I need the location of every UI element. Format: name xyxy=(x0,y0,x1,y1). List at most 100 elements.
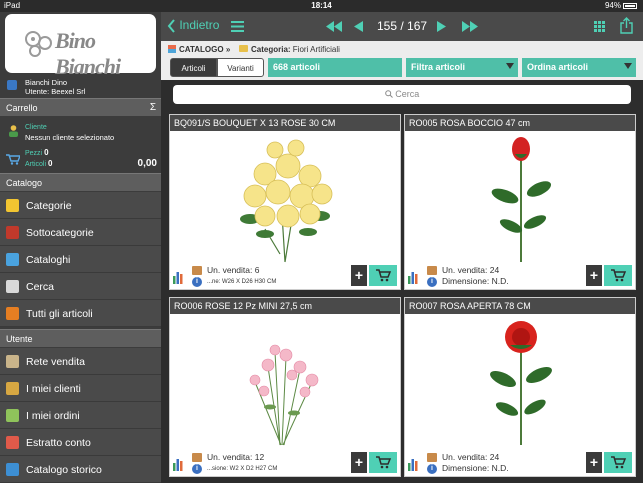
client-value: Nessun cliente selezionato xyxy=(25,133,115,142)
client-label: Cliente xyxy=(25,124,47,131)
folder-icon xyxy=(239,45,248,52)
product-dimension: Dimensione: N.D. xyxy=(442,276,509,286)
add-quantity-button[interactable]: + xyxy=(351,452,367,473)
product-card[interactable]: BQ091/S BOUQUET X 13 ROSE 30 CM i Un. vend… xyxy=(169,114,401,290)
product-dimension: ...ne: W26 X D26 H30 CM xyxy=(207,279,277,285)
sidebar-item-sales-network[interactable]: Rete vendita xyxy=(0,348,161,375)
last-page-icon[interactable] xyxy=(462,21,478,32)
stats-chart-icon[interactable] xyxy=(408,457,418,471)
info-icon[interactable]: i xyxy=(427,277,437,287)
add-to-cart-button[interactable] xyxy=(604,265,632,286)
product-card[interactable]: RO007 ROSA APERTA 78 CM i Un. vendita: 24 D… xyxy=(404,297,636,477)
info-icon[interactable]: i xyxy=(427,464,437,474)
history-catalog-icon xyxy=(6,463,19,476)
sidebar-item-label: I miei ordini xyxy=(26,410,80,422)
sidebar-item-label: Estratto conto xyxy=(26,437,91,449)
cart-icon xyxy=(611,456,627,469)
stats-chart-icon[interactable] xyxy=(173,270,183,284)
user-account: Utente: Beexel Srl xyxy=(25,87,86,96)
breadcrumb: CATALOGO » Categoria: Fiori Artificiali xyxy=(161,41,643,57)
sidebar: Bino Bianchi Bianchi Dino Utente: Beexel… xyxy=(0,12,161,483)
sidebar-item-label: Categorie xyxy=(26,200,72,212)
first-page-icon[interactable] xyxy=(326,21,342,32)
order-articles-label: Ordina articoli xyxy=(527,62,589,72)
brand-logo: Bino Bianchi xyxy=(5,14,156,79)
sidebar-item-history-catalog[interactable]: Catalogo storico xyxy=(0,456,161,483)
package-icon xyxy=(192,453,202,462)
sidebar-item-all-articles[interactable]: Tutti gli articoli xyxy=(0,300,161,327)
filter-articles-dropdown[interactable]: Filtra articoli xyxy=(406,58,518,77)
cart-icon xyxy=(6,154,20,165)
next-page-icon[interactable] xyxy=(437,21,446,32)
segment-articoli[interactable]: Articoli xyxy=(170,58,217,77)
sidebar-item-label: Catalogo storico xyxy=(26,464,102,476)
top-toolbar: Indietro 155 / 167 xyxy=(161,12,643,41)
info-icon[interactable]: i xyxy=(192,277,202,287)
product-title[interactable]: RO005 ROSA BOCCIO 47 cm xyxy=(405,115,635,131)
search-row: Cerca xyxy=(161,80,643,110)
sidebar-item-label: Cataloghi xyxy=(26,254,71,266)
order-articles-dropdown[interactable]: Ordina articoli xyxy=(522,58,636,77)
chevron-down-icon xyxy=(624,63,632,69)
filter-articles-label: Filtra articoli xyxy=(411,62,466,72)
grid-view-icon[interactable] xyxy=(594,21,605,32)
product-image[interactable] xyxy=(220,134,350,264)
catalogs-icon xyxy=(6,253,19,266)
segment-varianti[interactable]: Varianti xyxy=(217,58,264,77)
product-grid: BQ091/S BOUQUET X 13 ROSE 30 CM i Un. vend… xyxy=(161,110,643,482)
articles-count: Articoli 0 xyxy=(25,159,53,168)
sidebar-item-label: I miei clienti xyxy=(26,383,81,395)
clock: 18:14 xyxy=(311,1,332,10)
add-quantity-button[interactable]: + xyxy=(586,265,602,286)
sidebar-item-subcategories[interactable]: Sottocategorie xyxy=(0,219,161,246)
stats-chart-icon[interactable] xyxy=(408,270,418,284)
chevron-left-icon xyxy=(167,19,175,33)
product-image[interactable] xyxy=(455,134,585,264)
product-card[interactable]: RO006 ROSE 12 Pz MINI 27,5 cm i Un. vendit… xyxy=(169,297,401,477)
add-to-cart-button[interactable] xyxy=(369,452,397,473)
product-image[interactable] xyxy=(455,317,585,447)
package-icon xyxy=(427,453,437,462)
add-to-cart-button[interactable] xyxy=(369,265,397,286)
product-title[interactable]: BQ091/S BOUQUET X 13 ROSE 30 CM xyxy=(170,115,400,131)
sidebar-item-catalogs[interactable]: Cataloghi xyxy=(0,246,161,273)
sales-unit: Un. vendita: 24 xyxy=(442,265,500,275)
status-bar: iPad 18:14 94% xyxy=(0,0,643,12)
sidebar-item-label: Cerca xyxy=(26,281,55,293)
sidebar-item-label: Rete vendita xyxy=(26,356,85,368)
sidebar-item-categories[interactable]: Categorie xyxy=(0,192,161,219)
cart-section-title: Carrello xyxy=(6,103,38,113)
product-card[interactable]: RO005 ROSA BOCCIO 47 cm i Un. vendita: 24 D… xyxy=(404,114,636,290)
stats-chart-icon[interactable] xyxy=(173,457,183,471)
product-title[interactable]: RO006 ROSE 12 Pz MINI 27,5 cm xyxy=(170,298,400,314)
sidebar-item-my-orders[interactable]: I miei ordini xyxy=(0,402,161,429)
battery-percent: 94% xyxy=(604,1,621,10)
sidebar-item-my-clients[interactable]: I miei clienti xyxy=(0,375,161,402)
add-quantity-button[interactable]: + xyxy=(586,452,602,473)
sidebar-item-label: Sottocategorie xyxy=(26,227,94,239)
add-to-cart-button[interactable] xyxy=(604,452,632,473)
share-icon[interactable] xyxy=(620,17,633,34)
package-icon xyxy=(427,266,437,275)
product-dimension: Dimensione: N.D. xyxy=(442,463,509,473)
statement-icon xyxy=(6,436,19,449)
product-title[interactable]: RO007 ROSA APERTA 78 CM xyxy=(405,298,635,314)
breadcrumb-category: Categoria: Fiori Artificiali xyxy=(251,45,340,54)
prev-page-icon[interactable] xyxy=(354,21,363,32)
sales-unit: Un. vendita: 12 xyxy=(207,452,265,462)
back-button[interactable]: Indietro xyxy=(167,18,219,33)
info-icon[interactable]: i xyxy=(192,464,202,474)
user-section-title: Utente xyxy=(6,334,33,344)
sidebar-item-statement[interactable]: Estratto conto xyxy=(0,429,161,456)
breadcrumb-root[interactable]: CATALOGO » xyxy=(179,45,230,54)
sales-unit: Un. vendita: 6 xyxy=(207,265,260,275)
cart-icon xyxy=(376,269,392,282)
user-section-header: Utente xyxy=(0,329,161,347)
add-quantity-button[interactable]: + xyxy=(351,265,367,286)
product-image[interactable] xyxy=(220,317,350,447)
menu-icon[interactable] xyxy=(231,21,244,32)
logo-text: Bino Bianchi xyxy=(55,28,121,79)
sigma-icon[interactable]: Σ xyxy=(150,102,156,113)
sidebar-item-search[interactable]: Cerca xyxy=(0,273,161,300)
search-input[interactable]: Cerca xyxy=(173,85,631,104)
